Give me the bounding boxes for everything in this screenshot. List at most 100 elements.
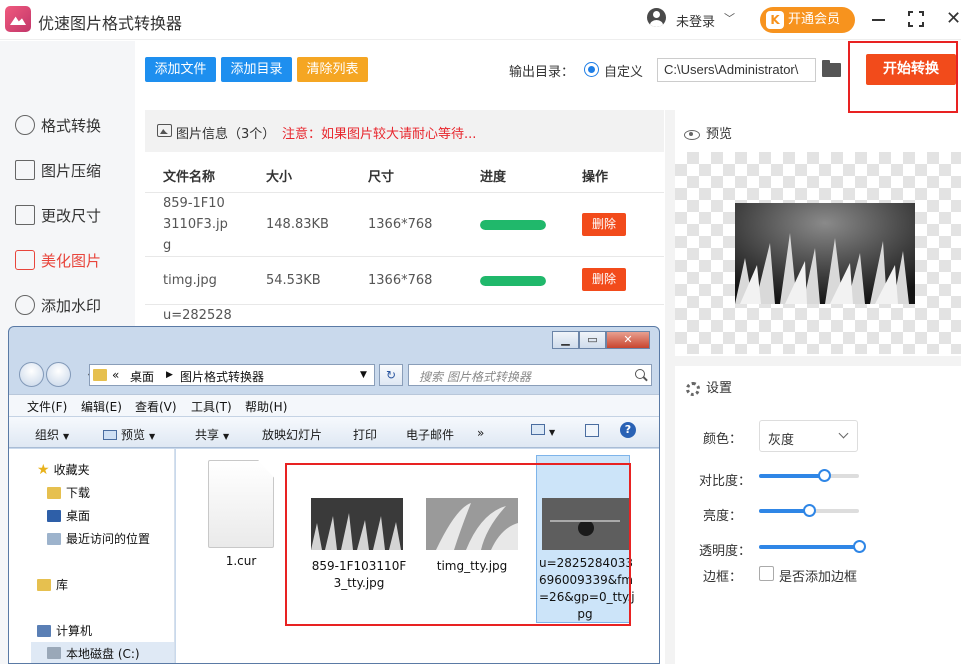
- menu-bar: 文件(F) 编辑(E) 查看(V) 工具(T) 帮助(H): [9, 394, 659, 416]
- login-status[interactable]: 未登录: [676, 11, 715, 30]
- file-name-cell: 859-1F10 3110F3.jp g: [163, 196, 228, 253]
- back-button[interactable]: [19, 362, 44, 387]
- sidebar-item-label: 格式转换: [41, 116, 102, 135]
- add-file-button[interactable]: 添加文件: [145, 57, 216, 82]
- sidebar-item-label: 图片压缩: [41, 161, 102, 180]
- search-input[interactable]: 搜索 图片格式转换器: [408, 364, 652, 386]
- sidebar-item-resize[interactable]: 更改尺寸: [15, 203, 101, 227]
- more-commands-button[interactable]: »: [477, 426, 484, 440]
- app-title: 优速图片格式转换器: [38, 14, 183, 33]
- explorer-maximize-button[interactable]: ▭: [579, 331, 606, 349]
- tree-label: 收藏夹: [53, 463, 90, 477]
- preview-button[interactable]: 预览 ▼: [103, 426, 155, 443]
- explorer-minimize-button[interactable]: ▁: [552, 331, 579, 349]
- view-options-icon[interactable]: ▼: [531, 424, 555, 438]
- tree-item-libraries[interactable]: 库: [37, 576, 68, 593]
- app-logo-icon: [5, 6, 31, 32]
- preview-icon: [103, 430, 117, 440]
- organize-button[interactable]: 组织 ▼: [35, 426, 69, 443]
- border-checkbox-label[interactable]: 是否添加边框: [779, 566, 857, 585]
- menu-tools[interactable]: 工具(T): [191, 398, 232, 415]
- add-directory-button[interactable]: 添加目录: [221, 57, 292, 82]
- minimize-icon[interactable]: [872, 19, 885, 21]
- menu-view[interactable]: 查看(V): [135, 398, 177, 415]
- sidebar-item-compress[interactable]: 图片压缩: [15, 158, 101, 182]
- column-header-size: 大小: [266, 170, 293, 185]
- email-button[interactable]: 电子邮件: [406, 426, 454, 443]
- print-button[interactable]: 打印: [353, 426, 377, 443]
- desktop-icon: [47, 509, 61, 522]
- slider-handle[interactable]: [853, 540, 866, 553]
- color-select-value: 灰度: [768, 433, 795, 448]
- clear-list-button[interactable]: 清除列表: [297, 57, 368, 82]
- preview-pane-icon[interactable]: [585, 424, 599, 437]
- column-header-name: 文件名称: [163, 170, 216, 185]
- computer-icon: [37, 624, 51, 637]
- preview-image: [735, 203, 915, 304]
- file-list-header: 图片信息（3个） 注意：如果图片较大请耐心等待...: [145, 110, 664, 152]
- folder-icon[interactable]: [822, 60, 841, 77]
- explorer-close-button[interactable]: ✕: [606, 331, 650, 349]
- recent-places-icon: [47, 532, 61, 545]
- navigation-tree: ★ 收藏夹 下载 桌面 最近访问的位置 库 计算机 本地磁盘 (C:): [9, 449, 175, 663]
- search-icon[interactable]: [635, 369, 645, 379]
- column-header-action: 操作: [582, 170, 609, 185]
- tree-item-recent[interactable]: 最近访问的位置: [47, 530, 150, 547]
- tree-label: 库: [56, 578, 69, 592]
- refresh-icon[interactable]: ↻: [379, 364, 403, 386]
- tree-label: 计算机: [56, 624, 93, 638]
- sidebar-item-label: 美化图片: [41, 251, 102, 270]
- cur-file-icon[interactable]: [208, 460, 274, 548]
- breadcrumb-desktop[interactable]: 桌面: [130, 368, 154, 385]
- opacity-label: 透明度：: [698, 544, 751, 559]
- color-select[interactable]: 灰度: [759, 420, 858, 452]
- chevron-down-icon[interactable]: ﹀: [724, 10, 735, 26]
- tree-item-favorites[interactable]: ★ 收藏夹: [37, 461, 90, 478]
- sidebar-item-label: 更改尺寸: [41, 206, 102, 225]
- maximize-icon[interactable]: [908, 11, 924, 27]
- highlight-box: [285, 463, 631, 626]
- file-name-1-cur[interactable]: 1.cur: [208, 553, 274, 570]
- tree-label: 桌面: [66, 509, 91, 523]
- tree-item-desktop[interactable]: 桌面: [47, 507, 90, 524]
- tree-item-computer[interactable]: 计算机: [37, 622, 92, 639]
- delete-button[interactable]: 删除: [582, 268, 626, 291]
- breadcrumb-folder[interactable]: 图片格式转换器: [180, 368, 264, 385]
- command-bar: 组织 ▼ 预览 ▼ 共享 ▼ 放映幻灯片 打印 电子邮件 » ▼ ?: [9, 416, 659, 448]
- breadcrumb-separator-icon: ▶: [166, 370, 173, 380]
- custom-radio[interactable]: [584, 62, 599, 77]
- tree-label: 下载: [66, 486, 91, 500]
- sidebar-item-watermark[interactable]: 添加水印: [15, 293, 101, 317]
- sidebar-item-format-convert[interactable]: 格式转换: [15, 113, 101, 137]
- slideshow-button[interactable]: 放映幻灯片: [262, 426, 322, 443]
- menu-help[interactable]: 帮助(H): [245, 398, 287, 415]
- share-button[interactable]: 共享 ▼: [195, 426, 229, 443]
- menu-file[interactable]: 文件(F): [27, 398, 67, 415]
- opacity-slider[interactable]: [759, 540, 866, 553]
- sidebar-item-beautify[interactable]: 美化图片: [15, 248, 101, 272]
- menu-edit[interactable]: 编辑(E): [81, 398, 122, 415]
- delete-button[interactable]: 删除: [582, 213, 626, 236]
- tree-item-downloads[interactable]: 下载: [47, 484, 90, 501]
- address-bar[interactable]: « 桌面 ▶ 图片格式转换器 ▼: [89, 364, 375, 386]
- border-checkbox[interactable]: [759, 566, 774, 581]
- progress-bar: [480, 220, 546, 230]
- download-folder-icon: [47, 486, 61, 499]
- vip-icon: K: [766, 11, 784, 29]
- contrast-slider[interactable]: [759, 469, 859, 482]
- slider-handle[interactable]: [818, 469, 831, 482]
- tree-item-local-disk[interactable]: 本地磁盘 (C:): [31, 642, 174, 663]
- user-avatar-icon[interactable]: [647, 8, 666, 27]
- highlight-box: [848, 41, 958, 113]
- output-path-field[interactable]: C:\Users\Administrator\: [657, 58, 816, 82]
- address-dropdown-icon[interactable]: ▼: [360, 370, 367, 380]
- forward-button[interactable]: [46, 362, 71, 387]
- help-icon[interactable]: ?: [620, 422, 636, 438]
- custom-radio-label[interactable]: 自定义: [604, 61, 643, 80]
- close-icon[interactable]: ✕: [946, 8, 961, 29]
- vip-label: 开通会员: [788, 12, 841, 27]
- slider-handle[interactable]: [803, 504, 816, 517]
- file-dims-cell: 1366*768: [368, 217, 433, 232]
- vip-button[interactable]: K 开通会员: [760, 7, 855, 33]
- brightness-slider[interactable]: [759, 504, 859, 517]
